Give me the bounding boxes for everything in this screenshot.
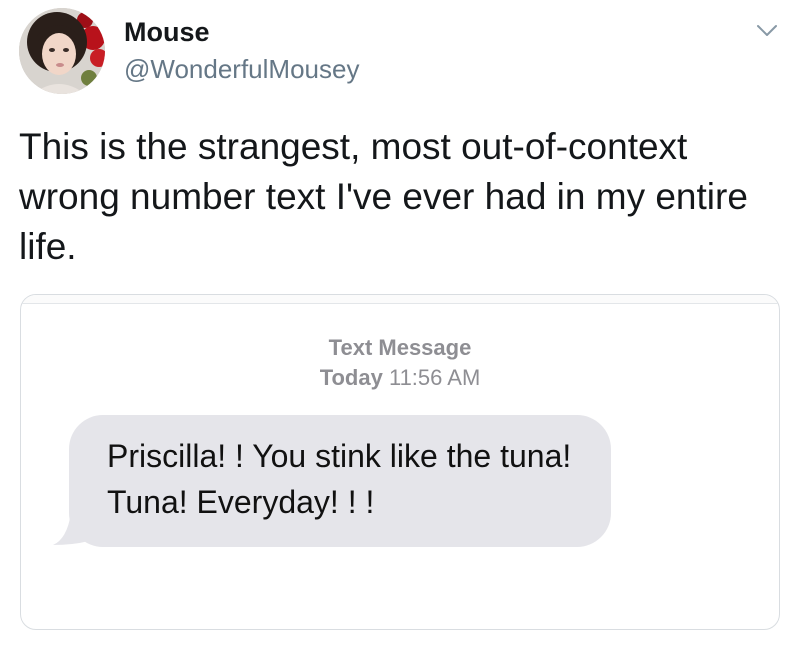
received-message: Priscilla! ! You stink like the tuna! Tu… bbox=[53, 415, 613, 551]
message-day: Today bbox=[319, 365, 383, 390]
avatar[interactable] bbox=[19, 8, 105, 94]
message-bubble: Priscilla! ! You stink like the tuna! Tu… bbox=[69, 415, 611, 547]
user-handle[interactable]: @WonderfulMousey bbox=[124, 53, 359, 85]
tweet-media-image[interactable]: Text Message Today 11:56 AM Priscilla! !… bbox=[20, 294, 780, 630]
more-menu-button[interactable] bbox=[752, 16, 782, 46]
image-top-edge bbox=[21, 295, 779, 304]
display-name[interactable]: Mouse bbox=[124, 16, 210, 48]
tweet-text: This is the strangest, most out-of-conte… bbox=[19, 126, 748, 267]
profile-photo-image bbox=[19, 8, 105, 94]
message-timestamp: Today 11:56 AM bbox=[21, 363, 779, 393]
message-time: 11:56 AM bbox=[388, 365, 481, 390]
chevron-down-icon bbox=[757, 25, 777, 36]
message-service-label: Text Message bbox=[328, 335, 472, 360]
